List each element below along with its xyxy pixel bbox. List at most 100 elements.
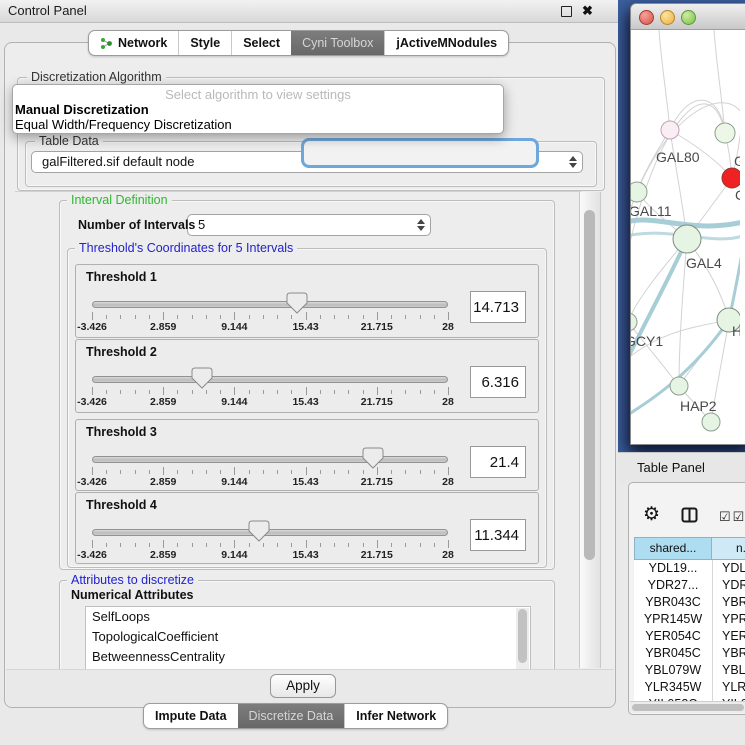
list-item[interactable]: SelfLoops bbox=[86, 607, 530, 627]
tab-discretize-data[interactable]: Discretize Data bbox=[238, 704, 345, 728]
threshold-1-label: Threshold 1 bbox=[86, 270, 157, 284]
node-gcy1[interactable] bbox=[631, 313, 637, 331]
table-row[interactable]: YER054CYER0 bbox=[634, 628, 745, 645]
node-gal4[interactable] bbox=[673, 225, 701, 253]
column-header-name[interactable]: n... bbox=[712, 537, 745, 560]
node-gal11[interactable] bbox=[631, 182, 647, 202]
combo-spinner-icon bbox=[568, 155, 577, 169]
table-row[interactable]: YLR345WYLR3 bbox=[634, 679, 745, 696]
threshold-4-value-field[interactable]: 11.344 bbox=[470, 519, 526, 551]
apply-button[interactable]: Apply bbox=[270, 674, 336, 698]
tab-network[interactable]: Network bbox=[89, 31, 178, 55]
threshold-2-slider-track[interactable] bbox=[92, 376, 448, 383]
list-item[interactable]: TopologicalCoefficient bbox=[86, 627, 530, 647]
threshold-2-value-field[interactable]: 6.316 bbox=[470, 366, 526, 398]
show-columns-checkbox-icons[interactable]: ☑☑ bbox=[719, 509, 745, 525]
node-red-selected[interactable] bbox=[722, 168, 740, 188]
split-columns-icon[interactable] bbox=[681, 507, 698, 523]
attributes-group-title: Attributes to discretize bbox=[67, 573, 198, 587]
network-window[interactable]: GAL80 GA C GAL11 GAL4 GCY1 H HAP2 bbox=[630, 3, 745, 445]
threshold-4-slider-thumb[interactable] bbox=[248, 520, 270, 543]
popup-option-equal-width[interactable]: Equal Width/Frequency Discretization bbox=[13, 117, 503, 132]
threshold-1-value-field[interactable]: 14.713 bbox=[470, 291, 526, 323]
slider-tick-marks bbox=[92, 467, 448, 476]
table-row[interactable]: YDR27...YDR2 bbox=[634, 577, 745, 594]
node-label: H bbox=[732, 323, 740, 339]
node-label: GAL11 bbox=[631, 203, 672, 219]
tab-select[interactable]: Select bbox=[231, 31, 291, 55]
tab-network-label: Network bbox=[118, 31, 167, 55]
float-window-icon[interactable] bbox=[561, 6, 572, 17]
threshold-4-label: Threshold 4 bbox=[86, 498, 157, 512]
footer: Apply bbox=[6, 669, 614, 707]
table-body: YDL19...YDL1YDR27...YDR2YBR043CYBR0YPR14… bbox=[634, 560, 745, 701]
table-data-title: Table Data bbox=[35, 134, 103, 148]
gear-icon[interactable]: ⚙ bbox=[643, 505, 660, 524]
number-of-intervals-combobox[interactable]: 5 bbox=[187, 214, 431, 236]
network-graph: GAL80 GA C GAL11 GAL4 GCY1 H HAP2 bbox=[631, 30, 740, 443]
threshold-4-row: Threshold 4 -3.426 2.859 9.144 15.43 21.… bbox=[75, 492, 539, 564]
zoom-traffic-light-icon[interactable] bbox=[681, 10, 696, 25]
tab-infer-network[interactable]: Infer Network bbox=[344, 704, 447, 728]
number-of-intervals-label: Number of Intervals bbox=[74, 218, 199, 232]
network-window-titlebar[interactable] bbox=[631, 4, 745, 30]
table-hscrollbar[interactable] bbox=[630, 701, 745, 713]
control-panel-titlebar: Control Panel ✖ bbox=[0, 0, 618, 23]
threshold-3-slider-track[interactable] bbox=[92, 456, 448, 463]
threshold-3-row: Threshold 3 -3.426 2.859 9.144 15.43 21.… bbox=[75, 419, 539, 491]
list-item[interactable]: BetweennessCentrality bbox=[86, 647, 530, 667]
main-scrollbar-thumb[interactable] bbox=[584, 210, 595, 560]
discretization-algorithm-title: Discretization Algorithm bbox=[27, 70, 166, 84]
threshold-1-slider-track[interactable] bbox=[92, 301, 448, 308]
threshold-2-slider-thumb[interactable] bbox=[191, 367, 213, 390]
slider-tick-labels: -3.426 2.859 9.144 15.43 21.715 28 bbox=[92, 476, 448, 488]
tab-cyni-toolbox[interactable]: Cyni Toolbox bbox=[291, 31, 384, 55]
table-panel-titlebar: Table Panel bbox=[618, 452, 745, 483]
cyni-toolbox-panel: Discretization Algorithm Table Data galF… bbox=[4, 42, 616, 708]
scroll-viewport: Interval Definition Number of Intervals … bbox=[15, 191, 581, 671]
interval-definition-title: Interval Definition bbox=[67, 193, 172, 207]
threshold-3-label: Threshold 3 bbox=[86, 425, 157, 439]
algorithm-combobox[interactable] bbox=[301, 138, 539, 168]
popup-placeholder: Select algorithm to view settings bbox=[13, 85, 503, 102]
control-panel-title: Control Panel bbox=[8, 0, 87, 22]
main-scrollbar[interactable] bbox=[579, 192, 601, 668]
list-scrollbar[interactable] bbox=[516, 608, 529, 670]
node-label: GAL80 bbox=[656, 149, 700, 165]
slider-tick-marks bbox=[92, 387, 448, 396]
app: Control Panel ✖ Network Style Select Cyn… bbox=[0, 0, 745, 745]
table-row[interactable]: YBR045CYBR0 bbox=[634, 645, 745, 662]
thresholds-group-title: Threshold's Coordinates for 5 Intervals bbox=[75, 241, 297, 255]
table-header: shared... n... bbox=[634, 537, 745, 560]
numerical-attributes-list: SelfLoops TopologicalCoefficient Between… bbox=[85, 606, 531, 670]
algorithm-dropdown-popup: Select algorithm to view settings Manual… bbox=[12, 84, 504, 134]
node-gal80[interactable] bbox=[661, 121, 679, 139]
minimize-traffic-light-icon[interactable] bbox=[660, 10, 675, 25]
close-icon[interactable]: ✖ bbox=[582, 2, 593, 20]
threshold-1-row: Threshold 1 -3.426 2.859 9.144 15.43 21.… bbox=[75, 264, 539, 338]
node-label: GAL4 bbox=[686, 255, 722, 271]
tab-impute-data[interactable]: Impute Data bbox=[144, 704, 238, 728]
node-label: GCY1 bbox=[631, 333, 663, 349]
threshold-1-slider-thumb[interactable] bbox=[286, 292, 308, 315]
tab-jactivemnodules[interactable]: jActiveMNodules bbox=[384, 31, 508, 55]
network-canvas[interactable]: GAL80 GA C GAL11 GAL4 GCY1 H HAP2 bbox=[631, 30, 740, 443]
popup-option-manual[interactable]: Manual Discretization bbox=[13, 102, 503, 117]
table-row[interactable]: YDL19...YDL1 bbox=[634, 560, 745, 577]
top-tab-bar: Network Style Select Cyni Toolbox jActiv… bbox=[88, 30, 509, 56]
node-hap2[interactable] bbox=[670, 377, 688, 395]
table-row[interactable]: YBL079WYBL0 bbox=[634, 662, 745, 679]
threshold-3-value-field[interactable]: 21.4 bbox=[470, 446, 526, 478]
node-label: HAP2 bbox=[680, 398, 717, 414]
table-panel-title: Table Panel bbox=[637, 460, 705, 475]
table-row[interactable]: YBR043CYBR0 bbox=[634, 594, 745, 611]
close-traffic-light-icon[interactable] bbox=[639, 10, 654, 25]
node-bottom[interactable] bbox=[702, 413, 720, 431]
threshold-3-slider-thumb[interactable] bbox=[362, 447, 384, 470]
table-hscrollbar-thumb[interactable] bbox=[632, 704, 744, 711]
tab-style[interactable]: Style bbox=[178, 31, 231, 55]
network-icon bbox=[100, 37, 113, 50]
table-row[interactable]: YPR145WYPR1 bbox=[634, 611, 745, 628]
node-top-right[interactable] bbox=[715, 123, 735, 143]
column-header-shared-name[interactable]: shared... bbox=[634, 537, 712, 560]
